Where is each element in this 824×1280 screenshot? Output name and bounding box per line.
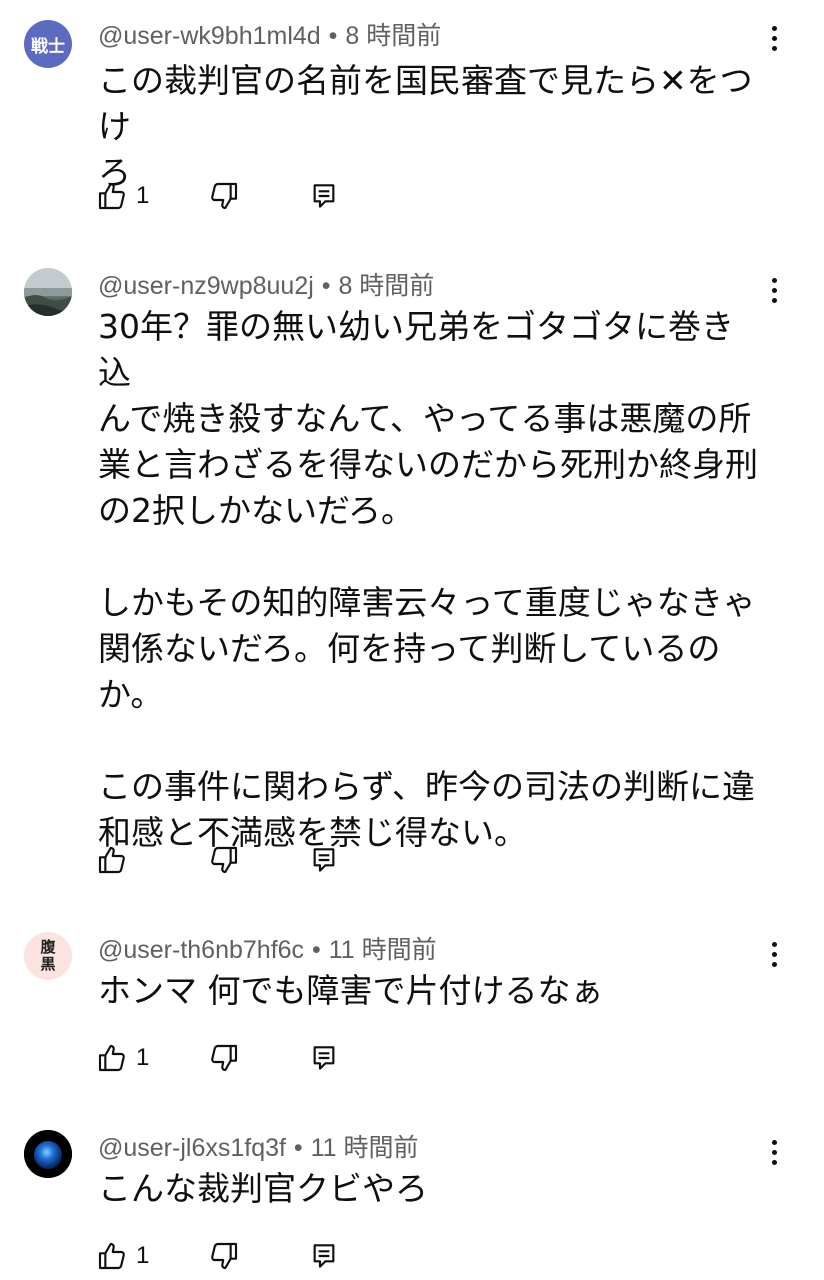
- comment-actions: [96, 842, 356, 878]
- thumb-up-icon: [98, 846, 125, 874]
- comment-meta: @user-th6nb7hf6c • 11 時間前: [98, 930, 437, 966]
- more-vert-icon[interactable]: [760, 936, 788, 972]
- avatar-label: 戦士: [31, 36, 65, 57]
- thumb-down-icon: [211, 846, 238, 874]
- comment-meta: @user-nz9wp8uu2j • 8 時間前: [98, 266, 434, 302]
- dislike-button[interactable]: [208, 1040, 240, 1076]
- like-count: 1: [136, 182, 150, 209]
- separator: •: [328, 22, 338, 50]
- like-count: 1: [136, 1242, 150, 1269]
- avatar[interactable]: [24, 1130, 72, 1178]
- comment-author[interactable]: @user-wk9bh1ml4d: [98, 22, 321, 50]
- like-button[interactable]: 1: [96, 178, 149, 214]
- comment-time[interactable]: 11 時間前: [329, 936, 437, 964]
- like-button[interactable]: 1: [96, 1238, 149, 1274]
- comment-text: ホンマ 何でも障害で片付けるなぁ: [98, 971, 604, 1010]
- comment-actions: 1: [96, 1040, 356, 1076]
- avatar[interactable]: 戦士: [24, 20, 72, 68]
- dislike-button[interactable]: [208, 1238, 240, 1274]
- like-count: 1: [136, 1044, 150, 1071]
- reply-button[interactable]: [308, 178, 340, 214]
- reply-icon: [313, 848, 335, 872]
- more-vert-icon[interactable]: [760, 272, 788, 308]
- comment-time[interactable]: 8 時間前: [338, 272, 434, 300]
- avatar-label: 腹 黒: [40, 938, 56, 973]
- thumb-down-icon: [211, 1242, 238, 1270]
- like-button[interactable]: 1: [96, 1040, 149, 1076]
- avatar-image: [24, 1130, 72, 1178]
- comment-meta: @user-wk9bh1ml4d • 8 時間前: [98, 16, 441, 52]
- more-vert-icon[interactable]: [760, 1134, 788, 1170]
- reply-icon: [313, 1244, 335, 1268]
- comment-time[interactable]: 8 時間前: [345, 22, 441, 50]
- reply-icon: [313, 184, 335, 208]
- comment-actions: 1: [96, 178, 356, 214]
- avatar-image: [24, 268, 72, 316]
- comment-text: 30年？罪の無い幼い兄弟をゴタゴタに巻き込 んで焼き殺すなんて、やってる事は悪魔…: [98, 307, 758, 852]
- reply-button[interactable]: [308, 1238, 340, 1274]
- separator: •: [321, 272, 331, 300]
- comment-time[interactable]: 11 時間前: [311, 1134, 419, 1162]
- thumb-down-icon: [211, 1044, 238, 1072]
- comment-meta: @user-jl6xs1fq3f • 11 時間前: [98, 1128, 419, 1164]
- more-vert-icon[interactable]: [760, 20, 788, 56]
- comment-text: この裁判官の名前を国民審査で見たら✕をつけ ろ: [98, 61, 753, 192]
- comment-author[interactable]: @user-jl6xs1fq3f: [98, 1134, 286, 1162]
- like-button[interactable]: [96, 842, 136, 878]
- thumb-up-icon: [98, 182, 125, 210]
- comment-author[interactable]: @user-th6nb7hf6c: [98, 936, 304, 964]
- comment-actions: 1: [96, 1238, 356, 1274]
- reply-button[interactable]: [308, 842, 340, 878]
- comment-author[interactable]: @user-nz9wp8uu2j: [98, 272, 314, 300]
- thumb-up-icon: [98, 1242, 125, 1270]
- avatar[interactable]: [24, 268, 72, 316]
- thumb-down-icon: [211, 182, 238, 210]
- comment-text: こんな裁判官クビやろ: [98, 1169, 428, 1208]
- avatar[interactable]: 腹 黒: [24, 932, 72, 980]
- separator: •: [293, 1134, 303, 1162]
- dislike-button[interactable]: [208, 842, 240, 878]
- reply-button[interactable]: [308, 1040, 340, 1076]
- separator: •: [312, 936, 321, 964]
- reply-icon: [313, 1046, 335, 1070]
- dislike-button[interactable]: [208, 178, 240, 214]
- thumb-up-icon: [98, 1044, 125, 1072]
